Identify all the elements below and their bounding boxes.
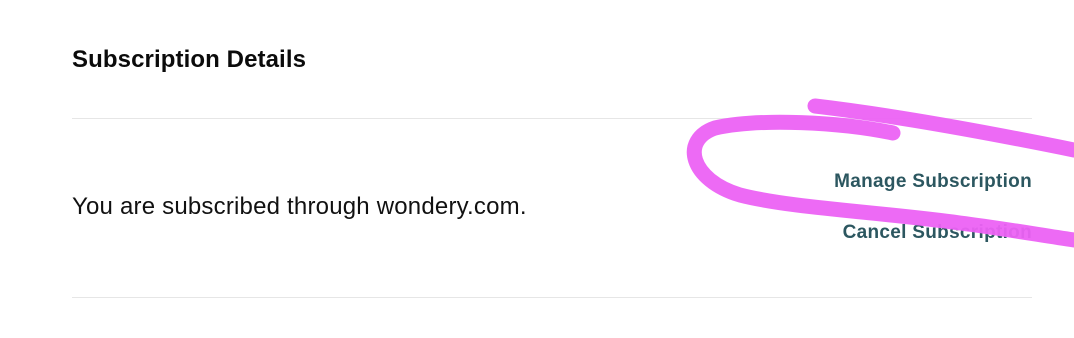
section-title: Subscription Details: [72, 46, 307, 73]
cancel-subscription-link[interactable]: Cancel Subscription: [843, 222, 1032, 244]
manage-subscription-link[interactable]: Manage Subscription: [834, 171, 1032, 193]
subscription-status-text: You are subscribed through wondery.com.: [72, 193, 527, 220]
top-divider: [72, 118, 1032, 119]
bottom-divider: [72, 297, 1032, 298]
